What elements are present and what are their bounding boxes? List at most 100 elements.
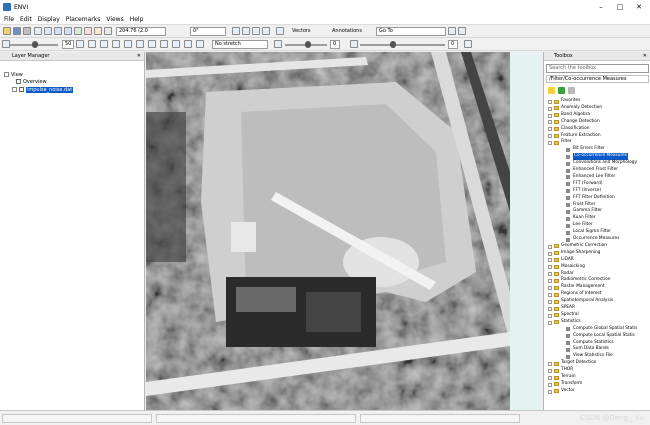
toolbox-folder[interactable]: Classification xyxy=(544,126,650,133)
overview-icon[interactable] xyxy=(160,40,168,48)
coordinate-field[interactable]: 204.76 (2.0 xyxy=(116,27,166,36)
expand-icon[interactable] xyxy=(548,106,552,111)
expand-icon[interactable] xyxy=(548,134,552,139)
pan-icon[interactable] xyxy=(44,27,52,35)
toolbox-tool[interactable]: Convolutions and Morphology xyxy=(544,160,650,167)
toolbox-tool[interactable]: Enhanced Lee Filter xyxy=(544,174,650,181)
maximize-icon[interactable]: □ xyxy=(611,0,629,14)
expand-icon[interactable] xyxy=(548,251,552,256)
sharpen-icon[interactable] xyxy=(196,40,204,48)
crop-icon[interactable] xyxy=(276,27,284,35)
expand-icon[interactable] xyxy=(548,127,552,132)
toolbox-folder[interactable]: Mosaicking xyxy=(544,264,650,271)
zoom-slider-knob[interactable] xyxy=(32,41,38,48)
vectors-dropdown[interactable]: Vectors xyxy=(292,27,311,36)
toolbox-tool[interactable]: Local Sigma Filter xyxy=(544,229,650,236)
collapse-all-icon[interactable] xyxy=(568,87,575,94)
toolbox-tool[interactable]: FFT (Forward) xyxy=(544,181,650,188)
grid-icon[interactable] xyxy=(232,27,240,35)
toolbox-tool[interactable]: FFT Filter Definition xyxy=(544,195,650,202)
expand-icon[interactable] xyxy=(548,313,552,318)
layer-manager-close-icon[interactable]: ✕ xyxy=(137,52,141,61)
cursor-icon[interactable] xyxy=(242,27,250,35)
expand-icon[interactable] xyxy=(548,272,552,277)
zoom-out-icon[interactable] xyxy=(64,27,72,35)
link-icon[interactable] xyxy=(252,27,260,35)
layer-checkbox[interactable] xyxy=(19,87,24,92)
next-icon[interactable] xyxy=(458,27,466,35)
save-icon[interactable] xyxy=(13,27,21,35)
minimize-icon[interactable]: – xyxy=(592,0,610,14)
contrast-slider-knob[interactable] xyxy=(390,41,396,48)
collapse-icon[interactable] xyxy=(4,72,9,77)
zoom-value-field[interactable]: 50 xyxy=(62,40,74,49)
toolbox-tool[interactable]: FFT (Inverse) xyxy=(544,188,650,195)
goto-field[interactable]: Go To xyxy=(376,27,446,36)
expand-icon[interactable] xyxy=(548,113,552,118)
stretch-max-icon[interactable] xyxy=(184,40,192,48)
rotate-icon[interactable] xyxy=(74,27,82,35)
toolbox-folder[interactable]: Change Detection xyxy=(544,119,650,126)
toolbox-folder[interactable]: Band Algebra xyxy=(544,112,650,119)
expand-icon[interactable] xyxy=(548,258,552,263)
brightness-icon[interactable] xyxy=(274,40,282,48)
toolbox-folder[interactable]: Vector xyxy=(544,388,650,395)
toolbox-tool[interactable]: Compute Local Spatial Statis xyxy=(544,333,650,340)
menu-help[interactable]: Help xyxy=(130,16,144,23)
toolbox-folder[interactable]: Favorites xyxy=(544,98,650,105)
toolbox-tool[interactable]: Compute Global Spatial Statis xyxy=(544,326,650,333)
zoom-slider[interactable] xyxy=(10,41,58,48)
toolbox-tool[interactable]: Kuan Filter xyxy=(544,215,650,222)
expand-icon[interactable] xyxy=(548,368,552,373)
measure-icon[interactable] xyxy=(104,27,112,35)
toolbox-folder[interactable]: Anomaly Detection xyxy=(544,105,650,112)
brightness-value-field[interactable]: 0 xyxy=(330,40,340,49)
toolbox-folder[interactable]: LiDAR xyxy=(544,257,650,264)
rotation-select[interactable]: 0° xyxy=(190,27,226,36)
menu-views[interactable]: Views xyxy=(106,16,123,23)
fly-icon[interactable] xyxy=(94,27,102,35)
toolbox-folder[interactable]: Statistics xyxy=(544,319,650,326)
goto-button-icon[interactable] xyxy=(448,27,456,35)
reset-icon[interactable] xyxy=(124,40,132,48)
toolbox-folder[interactable]: THOR xyxy=(544,367,650,374)
toolbox-tool[interactable]: Occurrence Measures xyxy=(544,236,650,243)
collapse-icon[interactable] xyxy=(548,141,552,146)
zoom-1-icon[interactable] xyxy=(112,40,120,48)
expand-icon[interactable] xyxy=(548,361,552,366)
expand-icon[interactable] xyxy=(548,265,552,270)
impulse-noise-image[interactable] xyxy=(146,52,510,410)
lock-icon[interactable] xyxy=(136,40,144,48)
toolbox-search-input[interactable]: Search the toolbox xyxy=(546,64,649,73)
close-icon[interactable]: ✕ xyxy=(630,0,648,14)
toolbox-folder[interactable]: Feature Extraction xyxy=(544,133,650,140)
tree-view-root[interactable]: View xyxy=(4,72,23,79)
toolbox-folder[interactable]: Spectral xyxy=(544,312,650,319)
toolbox-folder[interactable]: Transform xyxy=(544,381,650,388)
toolbox-close-icon[interactable]: ✕ xyxy=(643,52,647,61)
expand-icon[interactable] xyxy=(548,244,552,249)
toolbox-tool[interactable]: View Statistics File xyxy=(544,353,650,360)
expand-icon[interactable] xyxy=(548,389,552,394)
expand-icon[interactable] xyxy=(548,279,552,284)
toolbox-folder[interactable]: Spatiotemporal Analysis xyxy=(544,298,650,305)
expand-icon[interactable] xyxy=(12,87,17,92)
menu-file[interactable]: File xyxy=(4,16,14,23)
histogram-icon[interactable] xyxy=(148,40,156,48)
pyramid-icon[interactable] xyxy=(100,40,108,48)
expand-icon[interactable] xyxy=(548,120,552,125)
toolbox-folder[interactable]: Terrain xyxy=(544,374,650,381)
print-icon[interactable] xyxy=(23,27,31,35)
toolbox-folder[interactable]: Target Detection xyxy=(544,360,650,367)
stretch-min-icon[interactable] xyxy=(172,40,180,48)
annotations-dropdown[interactable]: Annotations xyxy=(332,27,362,36)
refresh-icon[interactable] xyxy=(558,87,565,94)
stretch-select[interactable]: No stretch xyxy=(212,40,268,49)
brightness-slider[interactable] xyxy=(285,41,327,48)
crosshair-icon[interactable] xyxy=(84,27,92,35)
zoom-in-icon[interactable] xyxy=(54,27,62,35)
collapse-icon[interactable] xyxy=(548,320,552,325)
expand-icon[interactable] xyxy=(548,292,552,297)
fit-icon[interactable] xyxy=(88,40,96,48)
menu-placemarks[interactable]: Placemarks xyxy=(66,16,101,23)
